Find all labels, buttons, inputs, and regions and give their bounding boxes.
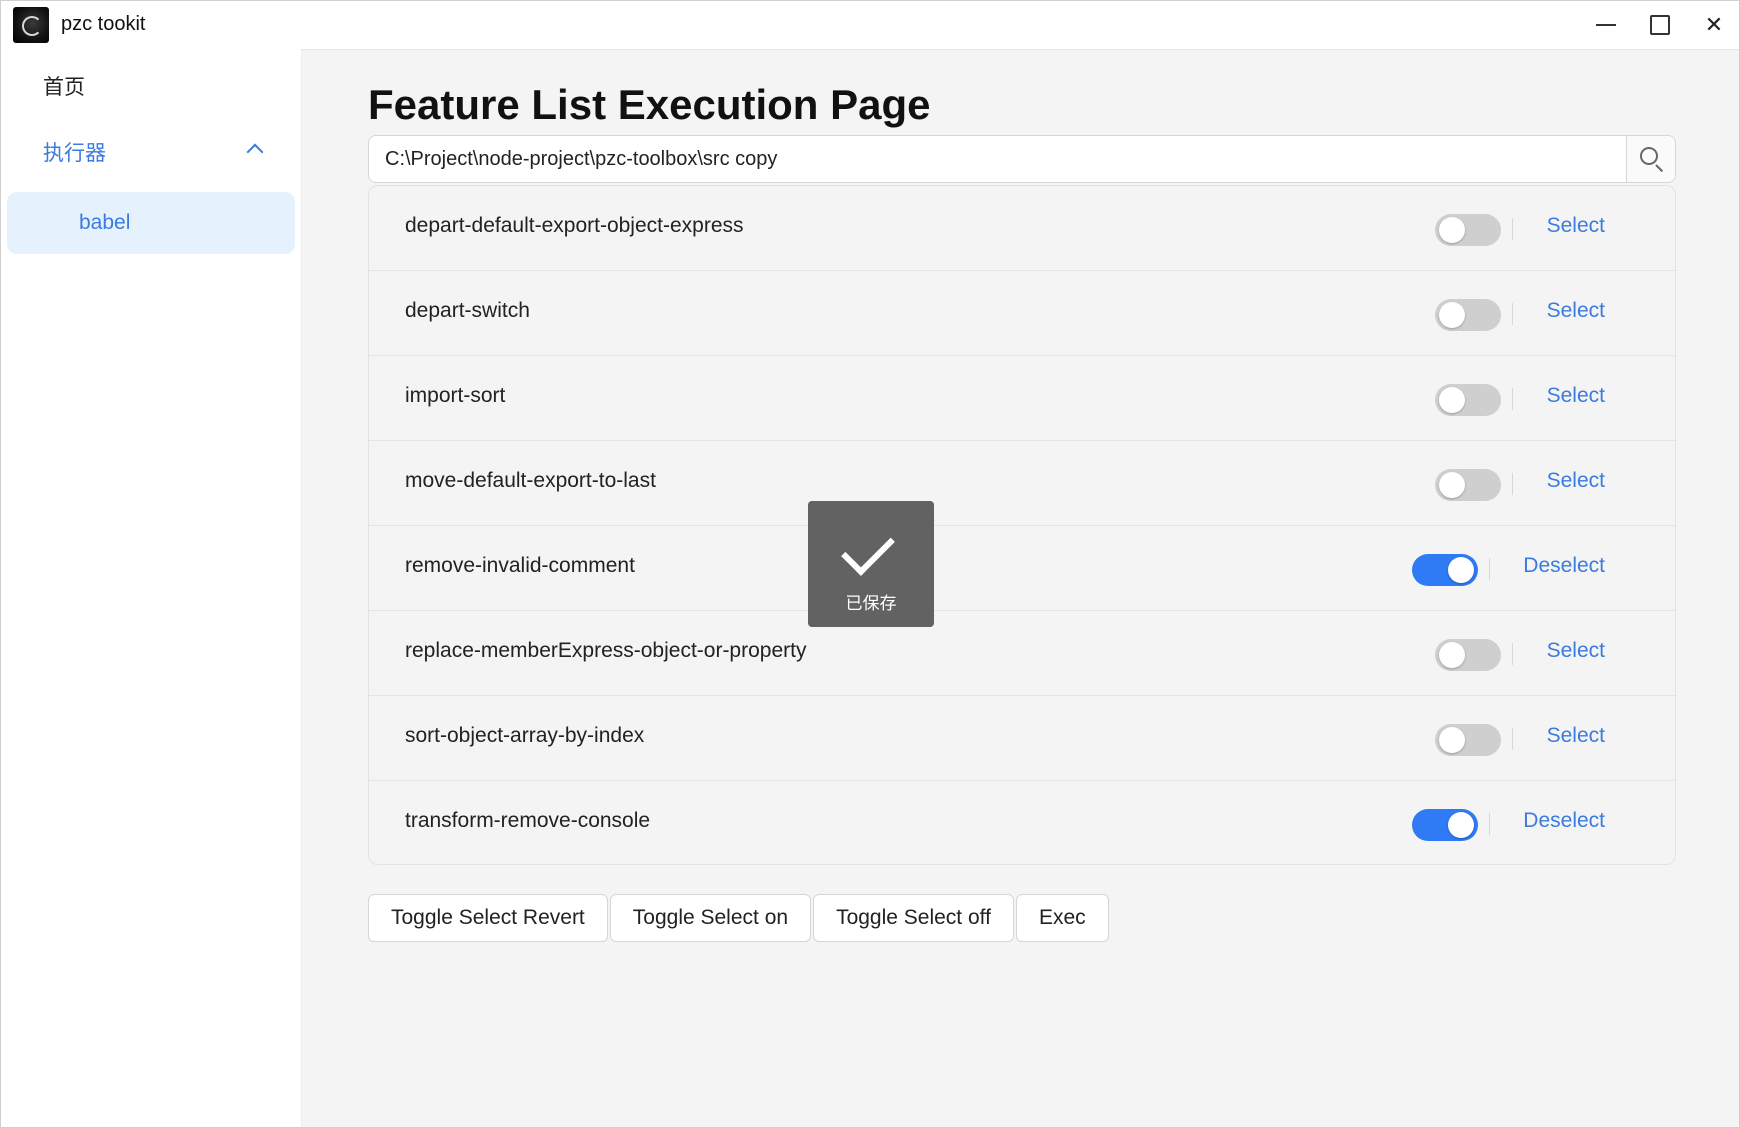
- feature-row: replace-memberExpress-object-or-property…: [369, 611, 1675, 696]
- feature-name: move-default-export-to-last: [405, 469, 656, 492]
- toast-message: 已保存: [845, 594, 897, 613]
- divider: [1512, 388, 1513, 410]
- window-title: pzc tookit: [61, 13, 146, 35]
- action-button-bar: Toggle Select Revert Toggle Select on To…: [368, 894, 1109, 942]
- feature-name: sort-object-array-by-index: [405, 724, 645, 747]
- divider: [1489, 558, 1490, 580]
- feature-row: remove-invalid-comment Deselect: [369, 526, 1675, 611]
- minimize-icon: [1596, 24, 1616, 26]
- divider: [1512, 303, 1513, 325]
- select-link[interactable]: Select: [1547, 214, 1605, 238]
- feature-row: depart-switch Select: [369, 271, 1675, 356]
- app-window: pzc tookit ✕ 首页 执行器 babel Feature List E…: [0, 0, 1740, 1128]
- select-link[interactable]: Select: [1547, 469, 1605, 493]
- deselect-link[interactable]: Deselect: [1523, 809, 1605, 833]
- feature-row: depart-default-export-object-express Sel…: [369, 186, 1675, 271]
- feature-toggle[interactable]: [1435, 214, 1501, 246]
- saved-toast: 已保存: [808, 501, 934, 627]
- close-button[interactable]: ✕: [1687, 1, 1740, 49]
- minimize-button[interactable]: [1579, 1, 1633, 49]
- feature-row: transform-remove-console Deselect: [369, 781, 1675, 864]
- sidebar-item-label: babel: [79, 211, 131, 234]
- sidebar-group-label: 执行器: [43, 142, 106, 165]
- title-bar: pzc tookit ✕: [1, 1, 1739, 50]
- select-link[interactable]: Select: [1547, 384, 1605, 408]
- feature-toggle[interactable]: [1435, 299, 1501, 331]
- path-search-bar: [368, 135, 1676, 183]
- divider: [1512, 473, 1513, 495]
- select-link[interactable]: Select: [1547, 724, 1605, 748]
- exec-button[interactable]: Exec: [1015, 894, 1109, 942]
- deselect-link[interactable]: Deselect: [1523, 554, 1605, 578]
- sidebar: 首页 执行器 babel: [1, 49, 302, 1127]
- divider: [1512, 728, 1513, 750]
- sidebar-item-babel[interactable]: babel: [7, 192, 295, 254]
- feature-toggle[interactable]: [1435, 724, 1501, 756]
- feature-name: replace-memberExpress-object-or-property: [405, 639, 807, 662]
- feature-toggle[interactable]: [1435, 469, 1501, 501]
- sidebar-item-home[interactable]: 首页: [1, 56, 301, 116]
- main-content: Feature List Execution Page depart-defau…: [301, 49, 1739, 1127]
- search-button[interactable]: [1626, 136, 1675, 182]
- feature-name: depart-switch: [405, 299, 530, 322]
- select-link[interactable]: Select: [1547, 299, 1605, 323]
- toggle-select-on-button[interactable]: Toggle Select on: [609, 894, 812, 942]
- select-link[interactable]: Select: [1547, 639, 1605, 663]
- divider: [1489, 813, 1490, 835]
- chevron-up-icon: [246, 143, 264, 161]
- feature-toggle[interactable]: [1412, 809, 1478, 841]
- sidebar-group-executor[interactable]: 执行器: [1, 122, 301, 182]
- feature-toggle[interactable]: [1435, 384, 1501, 416]
- divider: [1512, 643, 1513, 665]
- toggle-select-off-button[interactable]: Toggle Select off: [813, 894, 1014, 942]
- toggle-select-revert-button[interactable]: Toggle Select Revert: [368, 894, 608, 942]
- feature-name: remove-invalid-comment: [405, 554, 635, 577]
- path-input[interactable]: [369, 136, 1627, 182]
- feature-row: move-default-export-to-last Select: [369, 441, 1675, 526]
- divider: [1512, 218, 1513, 240]
- feature-name: import-sort: [405, 384, 506, 407]
- maximize-button[interactable]: [1633, 1, 1687, 49]
- feature-toggle[interactable]: [1435, 639, 1501, 671]
- close-icon: ✕: [1704, 12, 1724, 37]
- feature-toggle[interactable]: [1412, 554, 1478, 586]
- feature-name: transform-remove-console: [405, 809, 651, 832]
- feature-row: sort-object-array-by-index Select: [369, 696, 1675, 781]
- feature-row: import-sort Select: [369, 356, 1675, 441]
- feature-name: depart-default-export-object-express: [405, 214, 744, 237]
- feature-list: depart-default-export-object-express Sel…: [368, 185, 1676, 865]
- maximize-icon: [1650, 15, 1670, 35]
- check-icon: [841, 522, 895, 576]
- sidebar-item-label: 首页: [43, 76, 85, 99]
- page-title: Feature List Execution Page: [368, 81, 931, 128]
- app-logo-icon: [13, 7, 49, 43]
